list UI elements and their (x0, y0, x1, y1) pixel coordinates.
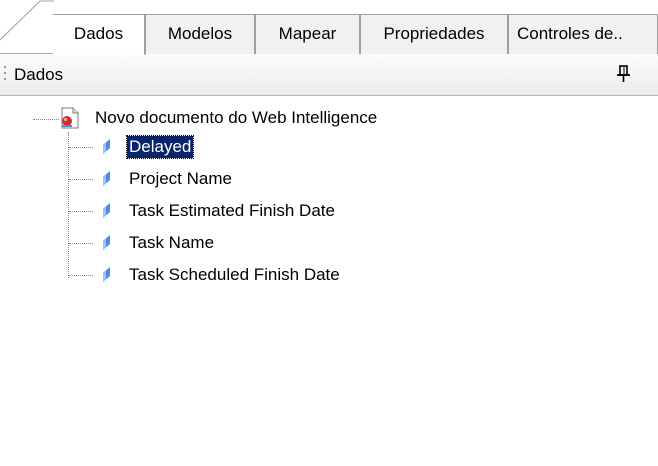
tree-root-node[interactable]: Novo documento do Web Intelligence (93, 107, 379, 129)
tree-connector (68, 132, 69, 278)
tab-label: Controles de.. (517, 24, 623, 43)
tab-propriedades[interactable]: Propriedades (360, 14, 508, 54)
tab-mapear[interactable]: Mapear (255, 14, 360, 54)
tree-connector (69, 243, 93, 244)
tab-label: Dados (73, 24, 124, 43)
panel-title: Dados (14, 65, 64, 84)
panel-header: Dados (0, 54, 658, 96)
tree-connector (69, 147, 93, 148)
tab-modelos[interactable]: Modelos (145, 14, 255, 54)
tab-dados[interactable]: Dados (53, 14, 145, 55)
web-intelligence-document-icon (61, 107, 79, 129)
tab-label: Mapear (278, 24, 337, 43)
tree-connector (33, 119, 59, 120)
tree-item-label[interactable]: Project Name (127, 168, 234, 190)
tab-label: Propriedades (383, 24, 485, 43)
tab-controles[interactable]: Controles de.. (508, 14, 658, 54)
grip-handle-icon[interactable] (4, 66, 8, 84)
tree-connector (69, 275, 93, 276)
tree-item-label[interactable]: Task Scheduled Finish Date (127, 264, 342, 286)
tree-item-label[interactable]: Delayed (125, 135, 195, 159)
tab-strip: Dados Modelos Mapear Propriedades Contro… (0, 0, 658, 55)
dimension-field-icon (103, 171, 110, 186)
dimension-field-icon (103, 139, 110, 154)
dimension-field-icon (103, 203, 110, 218)
dimension-field-icon (103, 267, 110, 282)
tree-connector (69, 179, 93, 180)
dimension-field-icon (103, 235, 110, 250)
data-tree: Novo documento do Web Intelligence Delay… (0, 96, 658, 466)
tree-connector (69, 211, 93, 212)
tab-slant-decoration (0, 0, 54, 41)
pin-icon[interactable] (614, 62, 634, 86)
tree-item-label[interactable]: Task Name (127, 232, 216, 254)
tab-label: Modelos (167, 24, 233, 43)
tree-item-label[interactable]: Task Estimated Finish Date (127, 200, 337, 222)
